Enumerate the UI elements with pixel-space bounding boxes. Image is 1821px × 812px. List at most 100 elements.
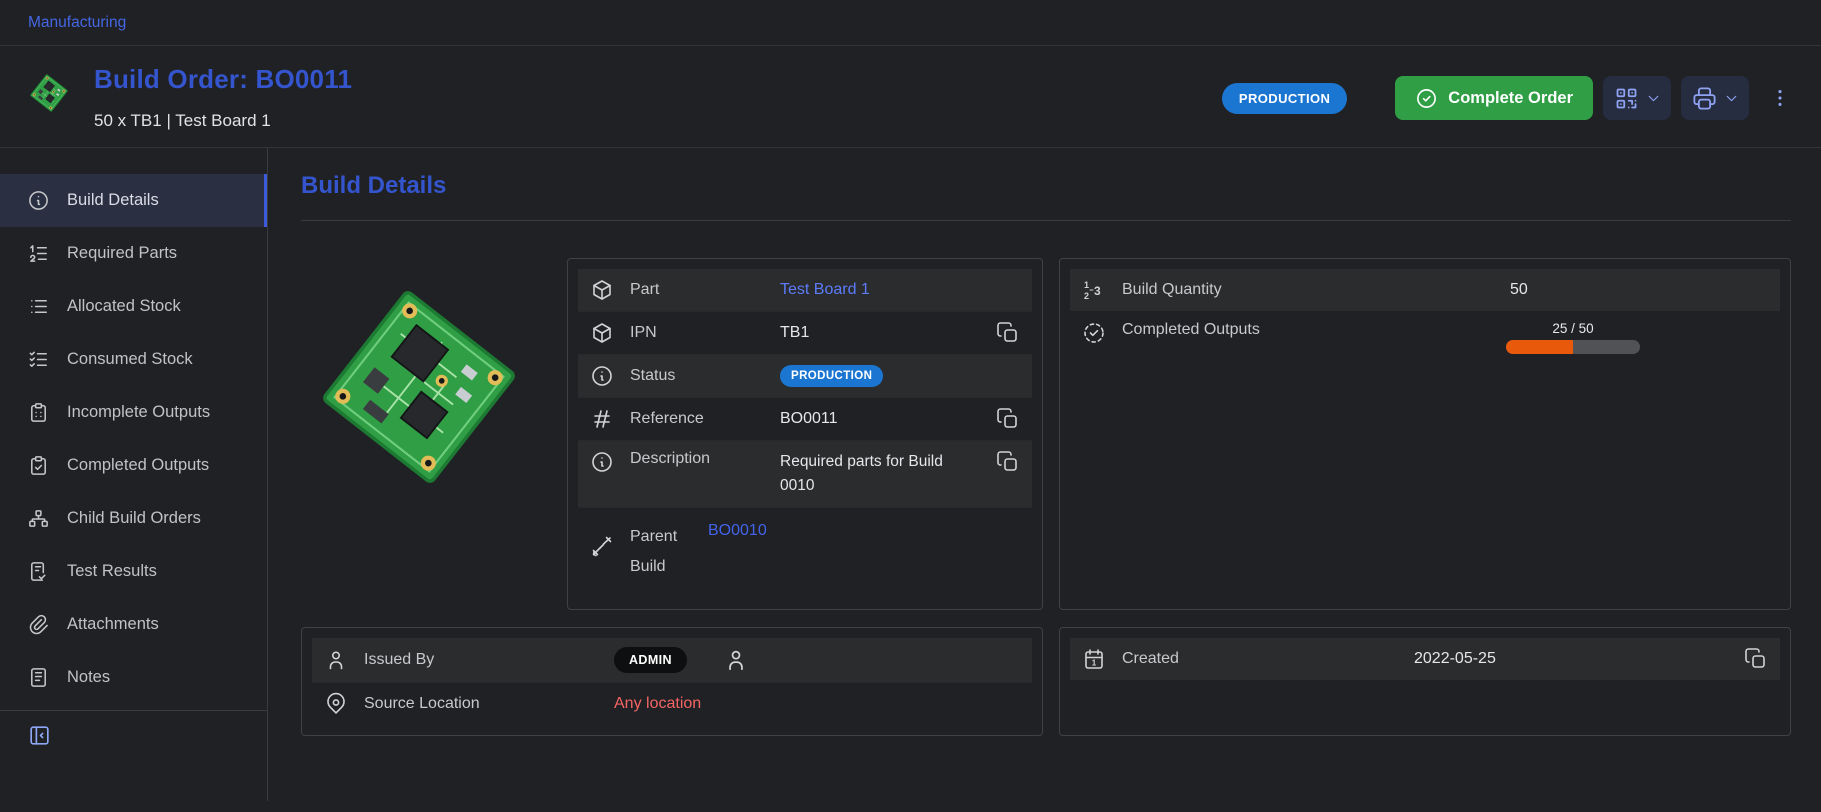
part-link[interactable]: Test Board 1 (780, 281, 870, 299)
sidebar-item-allocated-stock[interactable]: Allocated Stock (0, 280, 267, 333)
clipboard-check-icon (27, 454, 50, 477)
detail-label: Completed Outputs (1122, 321, 1494, 339)
print-actions-button[interactable] (1681, 76, 1749, 120)
paperclip-icon (27, 613, 50, 636)
detail-row-part: Part Test Board 1 (578, 269, 1032, 311)
clipboard-dots-icon (27, 401, 50, 424)
breadcrumb: Manufacturing (0, 0, 1821, 46)
detail-label: Source Location (364, 695, 598, 713)
part-thumbnail-image (26, 68, 72, 118)
detail-row-reference: Reference BO0011 (578, 397, 1032, 440)
created-date-value: 2022-05-25 (1414, 650, 1496, 668)
dots-vertical-icon (1769, 87, 1791, 109)
detail-row-status: Status PRODUCTION (578, 354, 1032, 397)
more-actions-button[interactable] (1769, 87, 1791, 109)
svg-text:1: 1 (1084, 280, 1089, 290)
panel-collapse-icon (27, 723, 52, 748)
numbers-123-icon: 1 2 3 (1082, 278, 1106, 302)
source-location-value: Any location (614, 695, 701, 713)
map-pin-icon (324, 692, 348, 716)
detail-row-ipn: IPN TB1 (578, 311, 1032, 354)
copy-button[interactable] (996, 450, 1020, 474)
sidebar-item-child-build-orders[interactable]: Child Build Orders (0, 492, 267, 545)
detail-row-completed-outputs: Completed Outputs 25 / 50 (1070, 311, 1780, 363)
sidebar-item-label: Child Build Orders (67, 509, 201, 528)
part-image[interactable] (301, 262, 537, 512)
detail-row-build-quantity: 1 2 3 Build Quantity 50 (1070, 269, 1780, 311)
detail-label: IPN (630, 324, 764, 342)
progress-label: 25 / 50 (1552, 321, 1593, 336)
sidebar-item-label: Build Details (67, 191, 159, 210)
detail-label: Build Quantity (1122, 281, 1494, 299)
sidebar-item-label: Attachments (67, 615, 159, 634)
detail-row-created: 1 Created 2022-05-25 (1070, 638, 1780, 680)
package-icon (590, 321, 614, 345)
sidebar-item-build-details[interactable]: Build Details (0, 174, 267, 227)
complete-order-button[interactable]: Complete Order (1395, 76, 1593, 120)
user-icon (723, 647, 749, 673)
sidebar-item-notes[interactable]: Notes (0, 651, 267, 704)
list-check-icon (27, 348, 50, 371)
sidebar-item-required-parts[interactable]: Required Parts (0, 227, 267, 280)
sidebar-item-completed-outputs[interactable]: Completed Outputs (0, 439, 267, 492)
detail-label: Part (630, 281, 764, 299)
page-header: Build Order: BO0011 50 x TB1 | Test Boar… (0, 46, 1821, 148)
main-panel: Build Details Part Test Board 1 (268, 148, 1821, 801)
sidebar-item-label: Completed Outputs (67, 456, 209, 475)
detail-value: TB1 (780, 324, 809, 342)
hash-icon (590, 407, 614, 431)
breadcrumb-manufacturing-link[interactable]: Manufacturing (28, 14, 126, 32)
svg-text:1: 1 (1092, 659, 1097, 668)
detail-label: Description (630, 450, 764, 468)
page-subtitle: 50 x TB1 | Test Board 1 (94, 111, 352, 131)
qrcode-icon (1613, 85, 1640, 112)
page-title: Build Order: BO0011 (94, 64, 352, 95)
tools-icon (590, 534, 614, 558)
sidebar-item-consumed-stock[interactable]: Consumed Stock (0, 333, 267, 386)
circle-check-icon (1415, 87, 1438, 110)
copy-icon (996, 450, 1020, 474)
sidebar-item-label: Incomplete Outputs (67, 403, 210, 422)
sidebar-item-test-results[interactable]: Test Results (0, 545, 267, 598)
copy-button[interactable] (996, 407, 1020, 431)
detail-value: Required parts for Build 0010 (780, 450, 952, 498)
parent-build-link[interactable]: BO0010 (708, 522, 767, 540)
copy-button[interactable] (1744, 647, 1768, 671)
detail-row-issued-by: Issued By ADMIN (312, 638, 1032, 682)
sidebar-item-label: Allocated Stock (67, 297, 181, 316)
sidebar-collapse-button[interactable] (0, 723, 56, 748)
build-quantities-table: 1 2 3 Build Quantity 50 Completed Output… (1059, 258, 1791, 610)
copy-icon (1744, 647, 1768, 671)
info-circle-icon (590, 364, 614, 388)
detail-label: Created (1122, 650, 1398, 668)
complete-order-label: Complete Order (1448, 89, 1573, 108)
copy-icon (996, 407, 1020, 431)
sidebar-item-label: Required Parts (67, 244, 177, 263)
copy-icon (996, 321, 1020, 345)
sidebar-item-label: Test Results (67, 562, 157, 581)
info-circle-icon (27, 189, 50, 212)
barcode-actions-button[interactable] (1603, 76, 1671, 120)
build-details-table: Part Test Board 1 IPN TB1 (567, 258, 1043, 610)
sitemap-icon (27, 507, 50, 530)
detail-value: BO0011 (780, 410, 838, 428)
copy-button[interactable] (996, 321, 1020, 345)
notes-icon (27, 666, 50, 689)
svg-text:2: 2 (1084, 291, 1089, 301)
sidebar-item-attachments[interactable]: Attachments (0, 598, 267, 651)
detail-label: Parent Build (630, 522, 692, 583)
build-quantity-value: 50 (1510, 281, 1528, 299)
progress-fill (1506, 340, 1573, 354)
panel-divider (301, 220, 1791, 221)
user-icon (324, 648, 348, 672)
package-icon (590, 278, 614, 302)
detail-label: Reference (630, 410, 764, 428)
progress-check-icon (1082, 321, 1106, 345)
panel-title: Build Details (301, 172, 1791, 200)
sidebar-item-incomplete-outputs[interactable]: Incomplete Outputs (0, 386, 267, 439)
detail-label: Status (630, 367, 764, 385)
chevron-down-icon (1645, 90, 1662, 107)
svg-text:3: 3 (1094, 284, 1101, 298)
chevron-down-icon (1723, 90, 1740, 107)
status-badge: PRODUCTION (1222, 83, 1347, 114)
